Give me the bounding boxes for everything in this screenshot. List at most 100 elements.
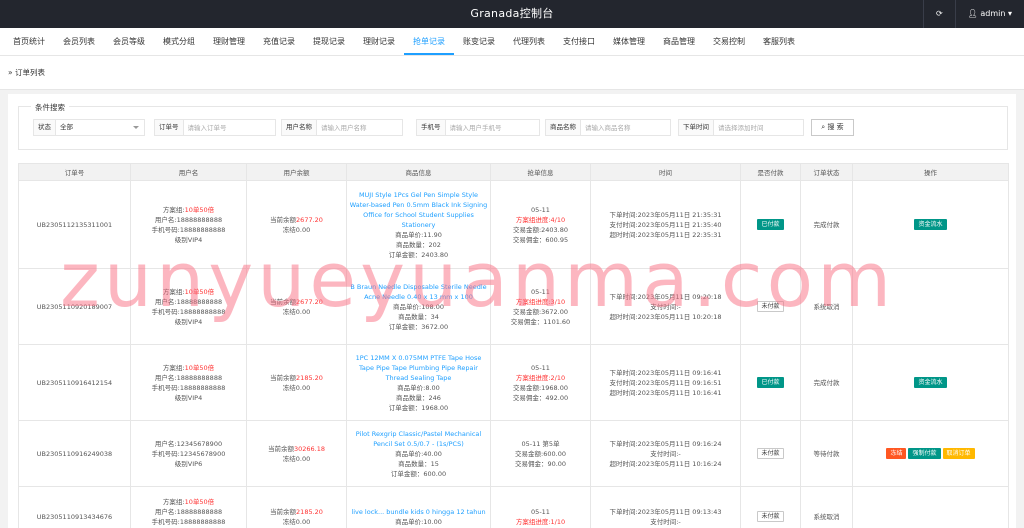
status-label: 状态: [34, 120, 56, 135]
column-header: 是否付款: [740, 163, 801, 181]
table-row: UB2305110913434676 方案组:10单50倍 用户名:18888888…: [18, 486, 1009, 528]
action-button[interactable]: 强制付款: [908, 448, 941, 459]
order-status-cell: 等待付款: [800, 420, 853, 487]
grab-cell: 05-11 方案组进度:2/10 交易金额:1968.00 交易佣金：492.00: [490, 344, 591, 421]
goods-name-input[interactable]: [581, 120, 670, 135]
grab-date: 05-11: [531, 363, 550, 372]
time-cell: 下单时间:2023年05月11日 09:20:18 支付时间:- 超时时间:2023…: [590, 268, 741, 345]
goods-total: 订单金额：3672.00: [388, 322, 449, 331]
table-header-row: 订单号 用户名 用户余额 商品信息 抢单信息 时间 是否付款 订单状态 操作: [18, 163, 1009, 181]
order-status: 完成付款: [813, 220, 840, 229]
nav-item[interactable]: 理财记录: [354, 28, 404, 55]
nav-item[interactable]: 会员列表: [54, 28, 104, 55]
chevron-down-icon: [133, 126, 139, 129]
phone-field: 手机号: [416, 119, 540, 136]
nav-item[interactable]: 账变记录: [454, 28, 504, 55]
column-header: 用户余额: [246, 163, 347, 181]
paid-status-badge: 已付款: [757, 377, 784, 388]
goods-title-link[interactable]: Pilot Rexgrip Classic/Pastel Mechanical …: [349, 429, 488, 449]
actions-cell: [852, 268, 1009, 345]
search-button[interactable]: ⌕ 搜 索: [811, 119, 854, 136]
paid-status-badge: 未付款: [757, 511, 784, 522]
refresh-button[interactable]: ⟳: [922, 0, 955, 28]
top-bar: Granada控制台 ⟳ 👤︎ admin ▾: [0, 0, 1024, 28]
nav-item[interactable]: 会员等级: [104, 28, 154, 55]
plan-value: 10单50倍: [184, 205, 215, 214]
table-row: UB2305110916249038 用户名:12345678900 手机号码:12…: [18, 420, 1009, 487]
app-title: Granada控制台: [470, 7, 554, 20]
nav-item[interactable]: 支付接口: [554, 28, 604, 55]
nav-item[interactable]: 客服列表: [754, 28, 804, 55]
goods-title-link[interactable]: 1PC 12MM X 0.075MM PTFE Tape Hose Tape P…: [349, 353, 488, 383]
balance-line: 当前余额2677.20: [249, 297, 344, 307]
breadcrumb-current[interactable]: 订单列表: [15, 68, 45, 77]
actions-cell: 资金流水: [852, 344, 1009, 421]
nav-item[interactable]: 交易控制: [704, 28, 754, 55]
search-panel: 条件搜索 状态 全部 订单号 用户名称 手机号 商品名称 下单时间: [18, 102, 1008, 150]
action-button[interactable]: 资金流水: [914, 219, 947, 230]
status-select[interactable]: 状态 全部: [33, 119, 145, 136]
goods-title-link[interactable]: MUJI Style 1Pcs Gel Pen Simple Style Wat…: [349, 190, 488, 230]
balance-prefix: 当前余额: [270, 215, 297, 224]
refresh-icon: ⟳: [935, 9, 943, 18]
order-status: 完成付款: [813, 378, 840, 387]
order-status-cell: 系统取消: [800, 268, 853, 345]
paid-status-badge: 未付款: [757, 301, 784, 312]
grab-amount: 交易金额:1968.00: [512, 383, 569, 392]
balance-prefix: 当前余额: [270, 507, 297, 516]
actions-cell: [852, 486, 1009, 528]
grab-amount: 交易金额:3672.00: [512, 307, 569, 316]
paid-status-badge: 未付款: [757, 448, 784, 459]
user-name-input[interactable]: [317, 120, 401, 135]
phone-input[interactable]: [445, 120, 539, 135]
action-button[interactable]: 取消订单: [942, 448, 975, 459]
goods-qty: 商品数量：246: [396, 393, 441, 402]
nav-item[interactable]: 抢单记录: [404, 28, 454, 55]
user-cell: 方案组:10单50倍 用户名:18888888888 手机号码:1888888888…: [130, 486, 247, 528]
table-row: UB2305112135311001 方案组:10单50倍 用户名:18888888…: [18, 180, 1009, 269]
plan-prefix: 方案组:: [162, 363, 185, 372]
goods-price: 商品单价:40.00: [395, 449, 442, 458]
nav-item[interactable]: 首页统计: [4, 28, 54, 55]
nav-item[interactable]: 媒体管理: [604, 28, 654, 55]
time-cell: 下单时间:2023年05月11日 09:13:43 支付时间:-: [590, 486, 741, 528]
nav-item[interactable]: 代理列表: [504, 28, 554, 55]
order-no-label: 订单号: [155, 120, 184, 135]
goods-cell: 1PC 12MM X 0.075MM PTFE Tape Hose Tape P…: [346, 344, 491, 421]
balance-line: 当前余额2185.20: [249, 373, 344, 383]
nav-item[interactable]: 商品管理: [654, 28, 704, 55]
grab-commission: 交易佣金：492.00: [512, 393, 569, 402]
search-legend: 条件搜索: [31, 102, 69, 113]
user-plan: 方案组:10单50倍: [133, 287, 244, 297]
plan-value: 10单50倍: [184, 363, 215, 372]
grab-cell: 05-11 方案组进度:3/10 交易金额:3672.00 交易佣金：1101.60: [490, 268, 591, 345]
nav-item[interactable]: 提现记录: [304, 28, 354, 55]
nav-item[interactable]: 模式分组: [154, 28, 204, 55]
goods-title-link[interactable]: B Braun Needle Disposable Sterile Needle…: [349, 282, 488, 302]
frozen-amount: 冻结0.00: [282, 225, 311, 234]
user-name: 用户名:18888888888: [154, 215, 223, 224]
column-header: 订单状态: [800, 163, 853, 181]
user-menu[interactable]: 👤︎ admin ▾: [954, 0, 1024, 28]
goods-title-link[interactable]: live lock... bundle kids 0 hingga 12 tah…: [349, 507, 488, 517]
user-cell: 方案组:10单50倍 用户名:18888888888 手机号码:1888888888…: [130, 268, 247, 345]
goods-cell: B Braun Needle Disposable Sterile Needle…: [346, 268, 491, 345]
nav-item[interactable]: 理财管理: [204, 28, 254, 55]
frozen-amount: 冻结0.00: [282, 517, 311, 526]
goods-qty: 商品数量：15: [398, 459, 439, 468]
paid-cell: 未付款: [740, 486, 801, 528]
order-number-cell: UB2305110920189007: [18, 268, 131, 345]
action-button[interactable]: 冻结: [886, 448, 907, 459]
balance-prefix: 当前余额: [267, 444, 294, 453]
order-time-input[interactable]: [714, 120, 803, 135]
goods-cell: live lock... bundle kids 0 hingga 12 tah…: [346, 486, 491, 528]
action-button[interactable]: 资金流水: [914, 377, 947, 388]
status-value[interactable]: 全部: [56, 120, 144, 135]
grab-cell: 05-11 方案组进度:1/10: [490, 486, 591, 528]
order-number: UB2305110916412154: [36, 378, 113, 387]
order-no-input[interactable]: [183, 120, 274, 135]
goods-qty: 商品数量：202: [396, 240, 441, 249]
phone-label: 手机号: [417, 120, 446, 135]
nav-item[interactable]: 充值记录: [254, 28, 304, 55]
column-header: 用户名: [130, 163, 247, 181]
